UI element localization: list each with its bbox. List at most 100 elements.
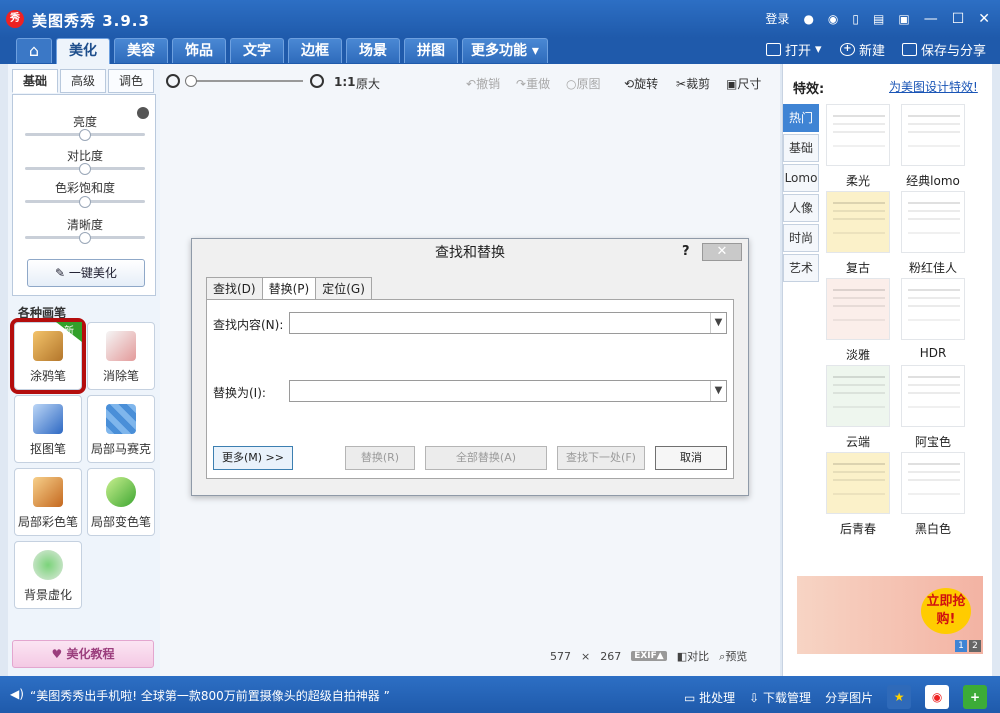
ad-page-1[interactable]: 1 xyxy=(955,640,967,652)
tab-more-features[interactable]: 更多功能 ▾ xyxy=(462,38,548,63)
tab-replace[interactable]: 替换(P) xyxy=(261,277,317,300)
ad-page-2[interactable]: 2 xyxy=(969,640,981,652)
replace-field[interactable]: ▼ xyxy=(289,380,727,402)
category-portrait[interactable]: 人像 xyxy=(783,194,819,222)
redo-button[interactable]: ↷重做 xyxy=(516,75,550,92)
tab-find[interactable]: 查找(D) xyxy=(206,277,263,299)
find-field[interactable]: ▼ xyxy=(289,312,727,334)
tab-frame[interactable]: 边框 xyxy=(288,38,342,63)
background-blur-brush[interactable]: 背景虚化 xyxy=(14,541,82,609)
sharpness-knob[interactable] xyxy=(79,232,91,244)
share-button[interactable]: 分享图片 xyxy=(825,689,873,706)
subtab-advanced[interactable]: 高级 xyxy=(60,69,106,93)
doodle-brush[interactable]: 涂鸦笔 新 xyxy=(10,318,86,394)
batch-button[interactable]: ▭ 批处理 xyxy=(684,689,735,706)
download-button[interactable]: ⇩ 下载管理 xyxy=(749,689,811,706)
replace-button[interactable]: 替换(R) xyxy=(345,446,415,470)
chevron-down-icon[interactable]: ▼ xyxy=(710,381,726,401)
tab-goto[interactable]: 定位(G) xyxy=(315,277,372,299)
feedback-icon[interactable]: ▤ xyxy=(873,12,884,26)
tab-beauty[interactable]: 美容 xyxy=(114,38,168,63)
open-button[interactable]: 打开 ▾ xyxy=(766,40,822,59)
zoom-slider[interactable] xyxy=(188,80,303,82)
dialog-close-button[interactable]: ✕ xyxy=(702,243,742,261)
effect-soft-light[interactable]: 柔光 xyxy=(826,104,890,189)
one-key-beautify-button[interactable]: ✎ 一键美化 xyxy=(27,259,145,287)
zoom-ratio[interactable]: 1:1 xyxy=(334,75,356,89)
replace-all-button[interactable]: 全部替换(A) xyxy=(425,446,547,470)
cutout-brush[interactable]: 抠图笔 xyxy=(14,395,82,463)
login-link[interactable]: 登录 xyxy=(765,10,789,27)
tab-collage[interactable]: 拼图 xyxy=(404,38,458,63)
add-icon[interactable]: + xyxy=(963,685,988,709)
effect-pink-lady[interactable]: 粉红佳人 xyxy=(901,191,965,276)
skin-icon[interactable]: ▯ xyxy=(852,12,859,26)
mosaic-brush[interactable]: 局部马赛克 xyxy=(87,395,155,463)
zoom-in-icon[interactable] xyxy=(310,74,324,88)
effect-youth[interactable]: 后青春 xyxy=(826,452,890,537)
maximize-button[interactable]: ☐ xyxy=(952,11,965,27)
contrast-label: 对比度 xyxy=(66,149,103,163)
tab-scene[interactable]: 场景 xyxy=(346,38,400,63)
tab-text[interactable]: 文字 xyxy=(230,38,284,63)
saturation-knob[interactable] xyxy=(79,196,91,208)
category-lomo[interactable]: Lomo xyxy=(783,164,819,192)
menu-icon[interactable]: ▣ xyxy=(898,12,909,26)
save-icon xyxy=(902,43,917,56)
zoom-knob[interactable] xyxy=(185,75,197,87)
effect-elegant[interactable]: 淡雅 xyxy=(826,278,890,363)
chevron-down-icon[interactable]: ▾ xyxy=(815,42,822,57)
find-next-button[interactable]: 查找下一处(F) xyxy=(557,446,645,470)
preview-button[interactable]: ⌕预览 xyxy=(719,648,747,664)
color-change-brush[interactable]: 局部变色笔 xyxy=(87,468,155,536)
color-pen-brush[interactable]: 局部彩色笔 xyxy=(14,468,82,536)
qq-icon[interactable]: ● xyxy=(803,12,813,26)
effect-hdr[interactable]: HDR xyxy=(901,278,965,360)
effect-black-white[interactable]: 黑白色 xyxy=(901,452,965,537)
cancel-button[interactable]: 取消 xyxy=(655,446,727,470)
zoom-out-icon[interactable] xyxy=(166,74,180,88)
save-share-button[interactable]: 保存与分享 xyxy=(902,40,986,59)
contrast-knob[interactable] xyxy=(79,163,91,175)
category-basic[interactable]: 基础 xyxy=(783,134,819,162)
eraser-brush[interactable]: 消除笔 xyxy=(87,322,155,390)
ad-banner[interactable]: 立即抢购! 1 2 xyxy=(797,576,983,654)
new-button[interactable]: + 新建 xyxy=(840,40,885,59)
close-button[interactable]: ✕ xyxy=(978,11,990,27)
effect-retro[interactable]: 复古 xyxy=(826,191,890,276)
tab-accessories[interactable]: 饰品 xyxy=(172,38,226,63)
effect-cloud[interactable]: 云端 xyxy=(826,365,890,450)
status-bar: ◀) “美图秀秀出手机啦! 全球第一款800万前置摄像头的超级自拍神器 ” ▭ … xyxy=(0,676,1000,713)
subtab-color[interactable]: 调色 xyxy=(108,69,154,93)
star-icon[interactable]: ★ xyxy=(887,685,912,709)
status-message[interactable]: “美图秀秀出手机啦! 全球第一款800万前置摄像头的超级自拍神器 ” xyxy=(30,687,390,704)
category-hot[interactable]: 热门 xyxy=(783,104,819,132)
subtab-basic[interactable]: 基础 xyxy=(12,69,58,93)
original-button[interactable]: ○原图 xyxy=(566,75,601,92)
cutout-pen-icon xyxy=(33,404,63,434)
home-icon[interactable]: ⌂ xyxy=(16,38,52,63)
tab-beautify[interactable]: 美化 xyxy=(56,38,110,64)
crop-button[interactable]: ✂裁剪 xyxy=(676,75,710,92)
brightness-knob[interactable] xyxy=(79,129,91,141)
chevron-down-icon[interactable]: ▼ xyxy=(710,313,726,333)
rotate-button[interactable]: ⟲旋转 xyxy=(624,75,658,92)
weibo-icon[interactable]: ◉ xyxy=(828,12,838,26)
resize-button[interactable]: ▣尺寸 xyxy=(726,75,761,92)
category-art[interactable]: 艺术 xyxy=(783,254,819,282)
more-button[interactable]: 更多(M) >> xyxy=(213,446,293,470)
exif-button[interactable]: EXIF▲ xyxy=(631,651,667,661)
minimize-button[interactable]: — xyxy=(924,11,938,27)
design-effects-link[interactable]: 为美图设计特效! xyxy=(889,78,978,95)
tutorial-button[interactable]: ♥ 美化教程 xyxy=(12,640,154,668)
compare-button[interactable]: ◧对比 xyxy=(677,648,709,664)
help-icon[interactable]: ? xyxy=(682,244,690,259)
weibo-icon[interactable]: ◉ xyxy=(925,685,950,709)
effect-abao[interactable]: 阿宝色 xyxy=(901,365,965,450)
folder-icon xyxy=(766,43,781,56)
category-fashion[interactable]: 时尚 xyxy=(783,224,819,252)
undo-button[interactable]: ↶撤销 xyxy=(466,75,500,92)
effect-thumbnail xyxy=(826,365,890,427)
original-size-button[interactable]: 原大 xyxy=(356,75,380,92)
effect-classic-lomo[interactable]: 经典lomo xyxy=(901,104,965,189)
